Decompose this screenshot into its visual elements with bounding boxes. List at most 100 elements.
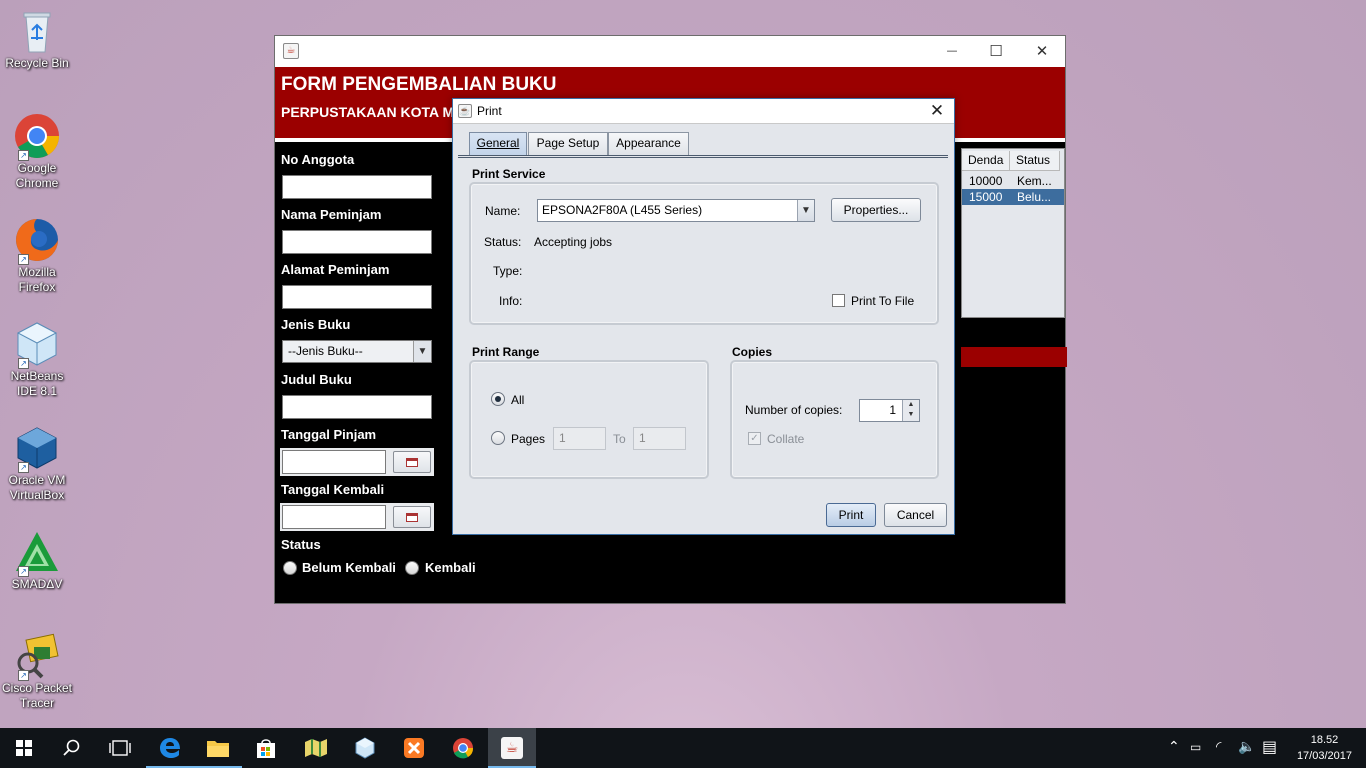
chrome-icon xyxy=(453,738,474,759)
range-pages-label[interactable]: Pages xyxy=(511,432,545,446)
app-titlebar[interactable]: ☕ — ☐ ✕ xyxy=(275,36,1065,67)
print-dialog-titlebar[interactable]: ☕ Print ✕ xyxy=(453,99,954,124)
pengembalian-table[interactable]: Denda Status 10000 Kem... 15000 Belu... xyxy=(961,148,1065,318)
shortcut-arrow-icon: ↗ xyxy=(18,358,29,369)
range-all-label[interactable]: All xyxy=(511,393,524,407)
status-belum-kembali-radio[interactable] xyxy=(283,561,297,575)
form-title: FORM PENGEMBALIAN BUKU xyxy=(281,74,557,95)
no-anggota-input[interactable] xyxy=(282,175,432,199)
number-of-copies-label: Number of copies: xyxy=(745,403,843,417)
desktop-icon-virtualbox[interactable]: ↗ Oracle VM VirtualBox xyxy=(0,425,74,503)
close-button[interactable]: ✕ xyxy=(1019,36,1065,66)
tab-appearance[interactable]: Appearance xyxy=(608,132,689,155)
print-to-file-label[interactable]: Print To File xyxy=(851,294,914,308)
collate-checkbox[interactable]: ✓ xyxy=(748,432,761,445)
chrome-icon: ↗ xyxy=(14,113,60,161)
tanggal-pinjam-input[interactable] xyxy=(282,450,386,474)
taskbar: ☕ ⌃ ▭ ◜ 🔈 ▤ 18.52 17/03/2017 xyxy=(0,728,1366,768)
shortcut-arrow-icon: ↗ xyxy=(18,462,29,473)
tanggal-kembali-input[interactable] xyxy=(282,505,386,529)
range-all-radio[interactable] xyxy=(491,392,505,406)
taskbar-xampp[interactable] xyxy=(390,728,438,768)
desktop-icon-label: Cisco Packet Tracer xyxy=(1,681,73,710)
taskbar-java-app[interactable]: ☕ xyxy=(488,728,536,768)
start-button[interactable] xyxy=(0,728,48,768)
status-kembali-label[interactable]: Kembali xyxy=(425,560,476,575)
table-cell[interactable]: 15000 xyxy=(962,189,1010,205)
folder-icon xyxy=(207,741,229,757)
wifi-icon[interactable]: ◜ xyxy=(1216,739,1221,755)
tab-general[interactable]: General xyxy=(469,132,527,155)
task-view-icon xyxy=(109,740,131,756)
clock-date: 17/03/2017 xyxy=(1296,750,1352,762)
tab-page-setup[interactable]: Page Setup xyxy=(528,132,608,155)
tanggal-kembali-calendar-button[interactable] xyxy=(393,506,431,528)
range-pages-radio[interactable] xyxy=(491,431,505,445)
collate-label[interactable]: Collate xyxy=(767,432,804,446)
printer-name-value: EPSONA2F80A (L455 Series) xyxy=(542,203,703,217)
shortcut-arrow-icon: ↗ xyxy=(18,566,29,577)
table-cell[interactable]: Belu... xyxy=(1010,189,1064,205)
table-cell[interactable]: 10000 xyxy=(962,173,1010,189)
print-range-group xyxy=(469,360,709,479)
taskbar-netbeans[interactable] xyxy=(341,728,389,768)
tanggal-pinjam-calendar-button[interactable] xyxy=(393,451,431,473)
show-hidden-icons-chevron-icon[interactable]: ⌃ xyxy=(1168,739,1180,755)
maximize-button[interactable]: ☐ xyxy=(973,36,1019,66)
tab-divider xyxy=(458,155,948,158)
map-icon xyxy=(305,739,327,757)
tab-general-label: General xyxy=(476,136,520,150)
print-to-file-checkbox[interactable] xyxy=(832,294,845,307)
taskbar-clock[interactable]: 18.52 17/03/2017 xyxy=(1297,732,1352,764)
nama-peminjam-label: Nama Peminjam xyxy=(281,207,382,222)
copies-value: 1 xyxy=(889,403,896,417)
desktop-icon-google-chrome[interactable]: ↗ Google Chrome xyxy=(0,113,74,191)
shortcut-arrow-icon: ↗ xyxy=(18,150,29,161)
table-header-denda[interactable]: Denda xyxy=(962,151,1010,171)
table-row-selected[interactable]: 15000 Belu... xyxy=(962,189,1064,205)
desktop-icon-recycle-bin[interactable]: Recycle Bin xyxy=(0,8,74,71)
status-belum-kembali-label[interactable]: Belum Kembali xyxy=(302,560,396,575)
desktop-icon-label: Recycle Bin xyxy=(5,56,69,70)
network-adapter-icon[interactable]: ▭ xyxy=(1190,739,1201,755)
desktop-icon-netbeans[interactable]: ↗ NetBeans IDE 8.1 xyxy=(0,321,74,399)
search-button[interactable] xyxy=(48,728,96,768)
taskbar-chrome[interactable] xyxy=(439,728,487,768)
copies-spinner[interactable]: 1 ▲ ▼ xyxy=(859,399,920,422)
spinner-down-icon[interactable]: ▼ xyxy=(903,410,919,420)
taskbar-store[interactable] xyxy=(242,728,290,768)
table-header-status[interactable]: Status xyxy=(1010,151,1060,171)
status-kembali-radio[interactable] xyxy=(405,561,419,575)
taskbar-edge[interactable] xyxy=(146,728,194,768)
desktop-icon-mozilla-firefox[interactable]: ↗ Mozilla Firefox xyxy=(0,217,74,295)
volume-muted-icon[interactable]: 🔈 xyxy=(1238,739,1255,755)
judul-buku-label: Judul Buku xyxy=(281,372,352,387)
spinner-up-icon[interactable]: ▲ xyxy=(903,400,919,410)
jenis-buku-select[interactable]: --Jenis Buku-- ▼ xyxy=(282,340,432,363)
printer-name-select[interactable]: EPSONA2F80A (L455 Series) ▼ xyxy=(537,199,815,222)
chevron-down-icon[interactable]: ▼ xyxy=(797,200,814,221)
cancel-button[interactable]: Cancel xyxy=(884,503,947,527)
minimize-button[interactable]: — xyxy=(929,36,975,66)
alamat-peminjam-input[interactable] xyxy=(282,285,432,309)
print-button[interactable]: Print xyxy=(826,503,876,527)
range-to-input[interactable]: 1 xyxy=(633,427,686,450)
judul-buku-input[interactable] xyxy=(282,395,432,419)
printer-type-label: Type: xyxy=(493,264,523,278)
smadav-icon: ↗ xyxy=(14,529,60,577)
shortcut-arrow-icon: ↗ xyxy=(18,254,29,265)
properties-button[interactable]: Properties... xyxy=(831,198,921,222)
taskbar-file-explorer[interactable] xyxy=(194,728,242,768)
range-from-input[interactable]: 1 xyxy=(553,427,606,450)
task-view-button[interactable] xyxy=(96,728,144,768)
print-dialog-close-button[interactable]: ✕ xyxy=(926,100,948,122)
desktop-icon-cisco-packet-tracer[interactable]: ↗ Cisco Packet Tracer xyxy=(0,633,74,711)
chevron-down-icon[interactable]: ▼ xyxy=(413,341,431,362)
nama-peminjam-input[interactable] xyxy=(282,230,432,254)
taskbar-maps-app[interactable] xyxy=(292,728,340,768)
table-cell[interactable]: Kem... xyxy=(1010,173,1060,189)
no-anggota-label: No Anggota xyxy=(281,152,355,167)
notifications-icon[interactable]: ▤ xyxy=(1262,739,1277,755)
desktop-icon-smadav[interactable]: ↗ SMADΔV xyxy=(0,529,74,592)
calendar-icon xyxy=(406,513,418,522)
